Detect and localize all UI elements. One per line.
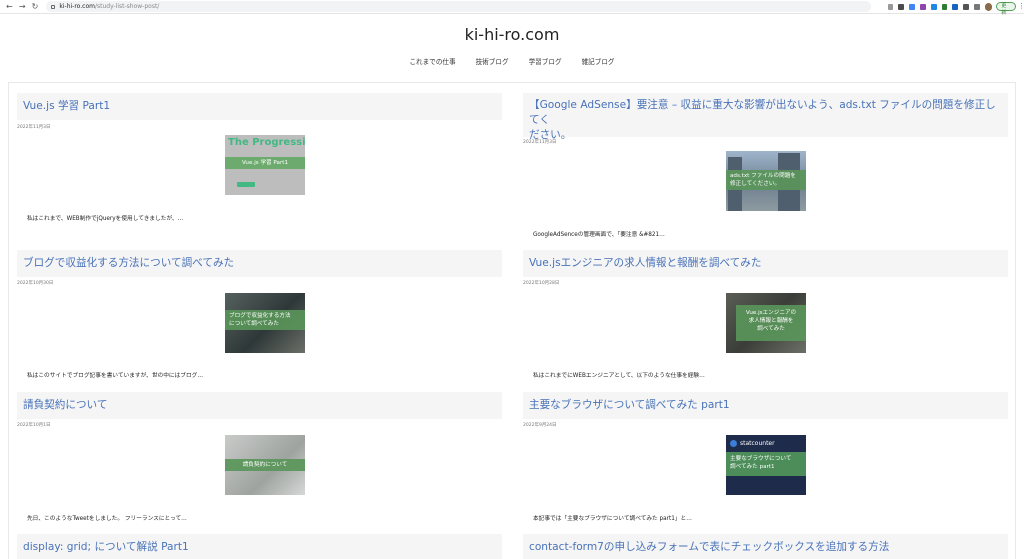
- extension-icon[interactable]: [919, 3, 926, 10]
- post-thumbnail[interactable]: ads.txt ファイルの問題を 修正してください。: [726, 151, 806, 211]
- reload-icon[interactable]: ↻: [30, 1, 41, 13]
- menu-item-study-blog[interactable]: 学習ブログ: [529, 56, 562, 66]
- post-thumbnail[interactable]: The Progressive Vue.js 学習 Part1: [225, 135, 305, 195]
- menu-item-misc-blog[interactable]: 雑記ブログ: [582, 56, 615, 66]
- url-path: /study-list-show-post/: [94, 3, 160, 10]
- post-excerpt: GoogleAdSenceの管理画面で、「要注意 &#821…: [533, 232, 665, 238]
- extension-icon[interactable]: [898, 3, 905, 10]
- extension-icon[interactable]: [887, 3, 894, 10]
- post-excerpt: 私はこれまでにWEBエンジニアとして、以下のような仕事を経験…: [533, 373, 705, 379]
- post-title[interactable]: contact-form7の申し込みフォームで表にチェックボックスを追加する方法: [529, 540, 889, 555]
- extension-icon[interactable]: [909, 3, 915, 10]
- post-title-bar: ブログで収益化する方法について調べてみた: [17, 250, 502, 277]
- browser-toolbar: ← → ↻ ki-hi-ro.com /study-list-show-post…: [0, 0, 1024, 16]
- thumb-button-shape: [237, 182, 255, 187]
- post-title-bar: display: grid; について解説 Part1: [17, 534, 502, 559]
- thumb-caption: Vue.js 学習 Part1: [225, 157, 305, 169]
- post-thumbnail[interactable]: statcounter 主要なブラウザについて 調べてみた part1: [726, 435, 806, 495]
- post-title[interactable]: 【Google AdSense】要注意 – 収益に重大な影響が出ないよう、ads…: [529, 98, 1002, 143]
- address-bar[interactable]: ki-hi-ro.com /study-list-show-post/: [46, 1, 871, 12]
- post-excerpt: 本記事では「主要なブラウザについて調べてみた part1」と…: [533, 516, 692, 522]
- post-date: 2022年10月28日: [523, 281, 560, 286]
- post-title-bar: Vue.js 学習 Part1: [17, 93, 502, 120]
- post-title[interactable]: Vue.jsエンジニアの求人情報と報酬を調べてみた: [529, 256, 761, 271]
- post-title[interactable]: Vue.js 学習 Part1: [23, 99, 110, 114]
- post-title-bar: contact-form7の申し込みフォームで表にチェックボックスを追加する方法: [523, 534, 1008, 559]
- forward-arrow-icon[interactable]: →: [17, 1, 28, 13]
- post-date: 2022年11月3日: [17, 125, 51, 130]
- post-title[interactable]: 請負契約について: [23, 398, 107, 413]
- extension-icon[interactable]: [941, 3, 948, 10]
- extension-icons: 更新 ⋮: [887, 2, 1024, 16]
- post-thumbnail[interactable]: 請負契約について: [225, 435, 305, 495]
- lock-icon: [51, 4, 56, 9]
- post-list: Vue.js 学習 Part1 2022年11月3日 The Progressi…: [8, 82, 1016, 559]
- site-title[interactable]: ki-hi-ro.com: [0, 25, 1024, 44]
- thumb-caption: ブログで収益化する方法 について調べてみた: [225, 310, 305, 330]
- post-title[interactable]: display: grid; について解説 Part1: [23, 540, 189, 555]
- post-thumbnail[interactable]: ブログで収益化する方法 について調べてみた: [225, 293, 305, 353]
- statcounter-logo-icon: [730, 440, 737, 447]
- menu-item-works[interactable]: これまでの仕事: [409, 56, 455, 66]
- post-title-bar: 請負契約について: [17, 392, 502, 419]
- extension-icon[interactable]: [952, 3, 959, 10]
- thumb-caption: Vue.jsエンジニアの 求人情報と報酬を 調べてみた: [736, 305, 806, 341]
- thumb-caption: 請負契約について: [225, 459, 305, 471]
- post-title[interactable]: 主要なブラウザについて調べてみた part1: [529, 398, 730, 413]
- thumb-caption: 主要なブラウザについて 調べてみた part1: [726, 452, 806, 476]
- menu-item-tech-blog[interactable]: 技術ブログ: [476, 56, 509, 66]
- thumb-heading: The Progressive: [228, 137, 305, 148]
- main-menu: これまでの仕事 技術ブログ 学習ブログ 雑記ブログ: [0, 56, 1024, 66]
- post-excerpt: 私はこれまで、WEB制作でjQueryを使用してきましたが、…: [27, 216, 184, 222]
- extension-icon[interactable]: [973, 3, 980, 10]
- menu-kebab-icon[interactable]: ⋮: [1018, 2, 1024, 11]
- update-button[interactable]: 更新: [996, 2, 1017, 16]
- thumb-brand: statcounter: [740, 440, 775, 447]
- post-title[interactable]: ブログで収益化する方法について調べてみた: [23, 256, 234, 271]
- post-date: 2022年11月3日: [523, 140, 557, 145]
- post-title-bar: Vue.jsエンジニアの求人情報と報酬を調べてみた: [523, 250, 1008, 277]
- extension-icon[interactable]: [963, 3, 969, 10]
- post-thumbnail[interactable]: Vue.jsエンジニアの 求人情報と報酬を 調べてみた: [726, 293, 806, 353]
- post-excerpt: 私はこのサイトでブログ記事を書いていますが、世の中にはブログ…: [27, 373, 204, 379]
- thumb-caption: ads.txt ファイルの問題を 修正してください。: [726, 170, 806, 190]
- post-date: 2022年10月1日: [17, 423, 51, 428]
- post-date: 2022年10月30日: [17, 281, 54, 286]
- post-excerpt: 先日、このようなTweetをしました。 フリーランスにとって…: [27, 516, 187, 522]
- post-title-bar: 【Google AdSense】要注意 – 収益に重大な影響が出ないよう、ads…: [523, 93, 1008, 141]
- post-date: 2022年9月24日: [523, 423, 557, 428]
- extension-icon[interactable]: [930, 3, 937, 10]
- post-title-bar: 主要なブラウザについて調べてみた part1: [523, 392, 1008, 419]
- url-host: ki-hi-ro.com: [59, 3, 95, 10]
- back-arrow-icon[interactable]: ←: [4, 1, 15, 13]
- profile-avatar[interactable]: [984, 2, 993, 11]
